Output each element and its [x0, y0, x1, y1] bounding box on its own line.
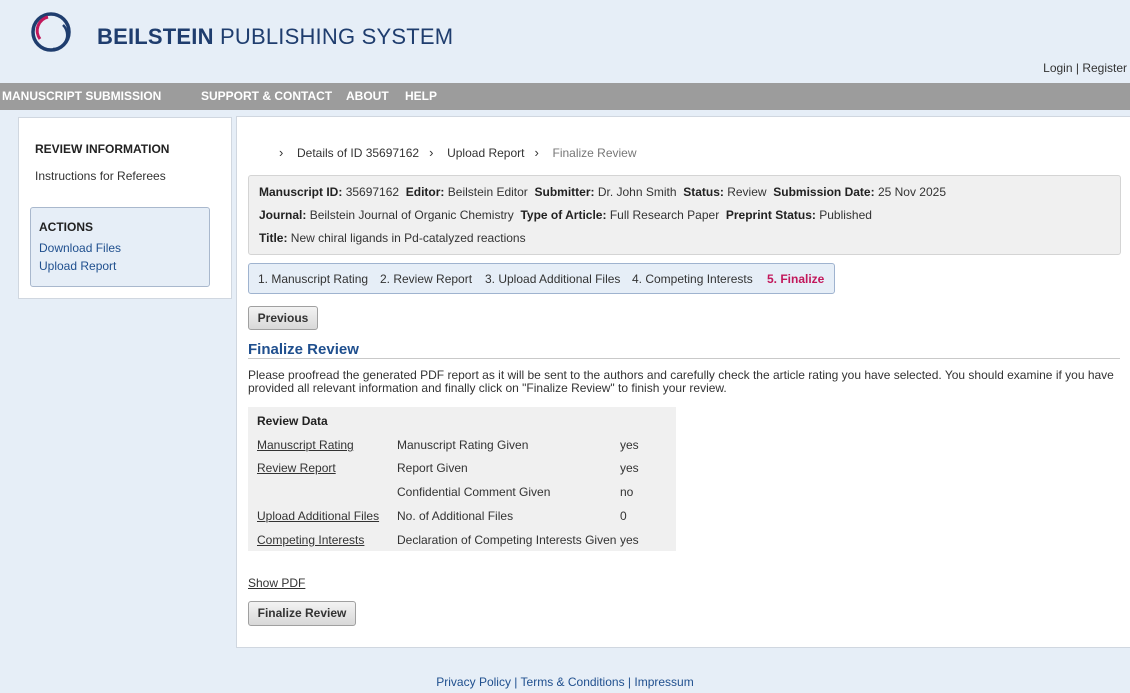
info-row-2: Journal: Beilstein Journal of Organic Ch…: [259, 208, 872, 222]
header: BEILSTEIN PUBLISHING SYSTEM Login | Regi…: [0, 0, 1130, 83]
breadcrumb: › Details of ID 35697162 › Upload Report › Fi…: [279, 145, 637, 160]
auth-links: Login | Register: [1043, 61, 1127, 75]
main-content: › Details of ID 35697162 › Upload Report › Fi…: [236, 116, 1130, 648]
manuscript-info: Manuscript ID: 35697162 Editor: Beilstei…: [248, 175, 1121, 255]
review-data-table: Review Data Manuscript Rating Manuscript…: [248, 407, 676, 551]
show-pdf-link[interactable]: Show PDF: [248, 576, 305, 590]
review-data-heading: Review Data: [257, 414, 328, 428]
previous-button[interactable]: Previous: [248, 306, 318, 330]
finalize-review-button[interactable]: Finalize Review: [248, 601, 356, 626]
impressum-link[interactable]: Impressum: [634, 675, 693, 689]
instructions-link[interactable]: Instructions for Referees: [35, 169, 166, 183]
brand-title: BEILSTEIN PUBLISHING SYSTEM: [97, 24, 454, 49]
footer: Privacy Policy | Terms & Conditions | Im…: [436, 675, 694, 689]
link-upload-additional-files[interactable]: Upload Additional Files: [257, 509, 379, 523]
login-link[interactable]: Login: [1043, 61, 1072, 75]
section-description: Please proofread the generated PDF repor…: [248, 368, 1114, 395]
section-title: Finalize Review: [248, 341, 359, 358]
tab-review-report[interactable]: 2. Review Report: [380, 272, 472, 286]
breadcrumb-upload-report[interactable]: Upload Report: [447, 146, 524, 160]
sidebar: REVIEW INFORMATION Instructions for Refe…: [18, 117, 232, 299]
table-cell-label: Declaration of Competing Interests Given: [397, 533, 617, 547]
info-row-1: Manuscript ID: 35697162 Editor: Beilstei…: [259, 185, 947, 199]
table-cell-value: yes: [620, 461, 639, 475]
chevron-right-icon: ›: [534, 145, 539, 160]
tab-finalize[interactable]: 5. Finalize: [767, 272, 824, 286]
beilstein-logo-icon[interactable]: [30, 11, 72, 53]
info-row-3: Title: New chiral ligands in Pd-catalyze…: [259, 231, 526, 245]
table-cell-value: no: [620, 485, 634, 499]
top-nav: MANUSCRIPT SUBMISSION SUPPORT & CONTACT …: [0, 83, 1130, 110]
table-cell-value: yes: [620, 438, 639, 452]
breadcrumb-details[interactable]: Details of ID 35697162: [297, 146, 419, 160]
register-link[interactable]: Register: [1082, 61, 1127, 75]
upload-report-link[interactable]: Upload Report: [39, 259, 116, 273]
divider: [248, 358, 1120, 359]
privacy-policy-link[interactable]: Privacy Policy: [436, 675, 511, 689]
table-cell-label: No. of Additional Files: [397, 509, 514, 523]
link-manuscript-rating[interactable]: Manuscript Rating: [257, 438, 354, 452]
nav-manuscript-submission[interactable]: MANUSCRIPT SUBMISSION: [2, 89, 161, 103]
chevron-right-icon: ›: [429, 145, 434, 160]
nav-about[interactable]: ABOUT: [346, 89, 389, 103]
tab-upload-files[interactable]: 3. Upload Additional Files: [485, 272, 620, 286]
actions-box: ACTIONS Download Files Upload Report: [30, 207, 210, 287]
chevron-right-icon: ›: [279, 145, 284, 160]
download-files-link[interactable]: Download Files: [39, 241, 121, 255]
table-cell-label: Manuscript Rating Given: [397, 438, 529, 452]
table-cell-label: Confidential Comment Given: [397, 485, 551, 499]
table-cell-value: yes: [620, 533, 639, 547]
breadcrumb-current: Finalize Review: [552, 146, 637, 160]
nav-help[interactable]: HELP: [405, 89, 437, 103]
table-cell-value: 0: [620, 509, 627, 523]
actions-title: ACTIONS: [39, 220, 93, 234]
tab-manuscript-rating[interactable]: 1. Manuscript Rating: [258, 272, 368, 286]
nav-support-contact[interactable]: SUPPORT & CONTACT: [201, 89, 332, 103]
table-cell-label: Report Given: [397, 461, 468, 475]
step-tabs: 1. Manuscript Rating 2. Review Report 3.…: [248, 263, 835, 294]
link-review-report[interactable]: Review Report: [257, 461, 336, 475]
tab-competing-interests[interactable]: 4. Competing Interests: [632, 272, 753, 286]
sidebar-heading: REVIEW INFORMATION: [35, 142, 170, 156]
terms-link[interactable]: Terms & Conditions: [521, 675, 625, 689]
link-competing-interests[interactable]: Competing Interests: [257, 533, 364, 547]
